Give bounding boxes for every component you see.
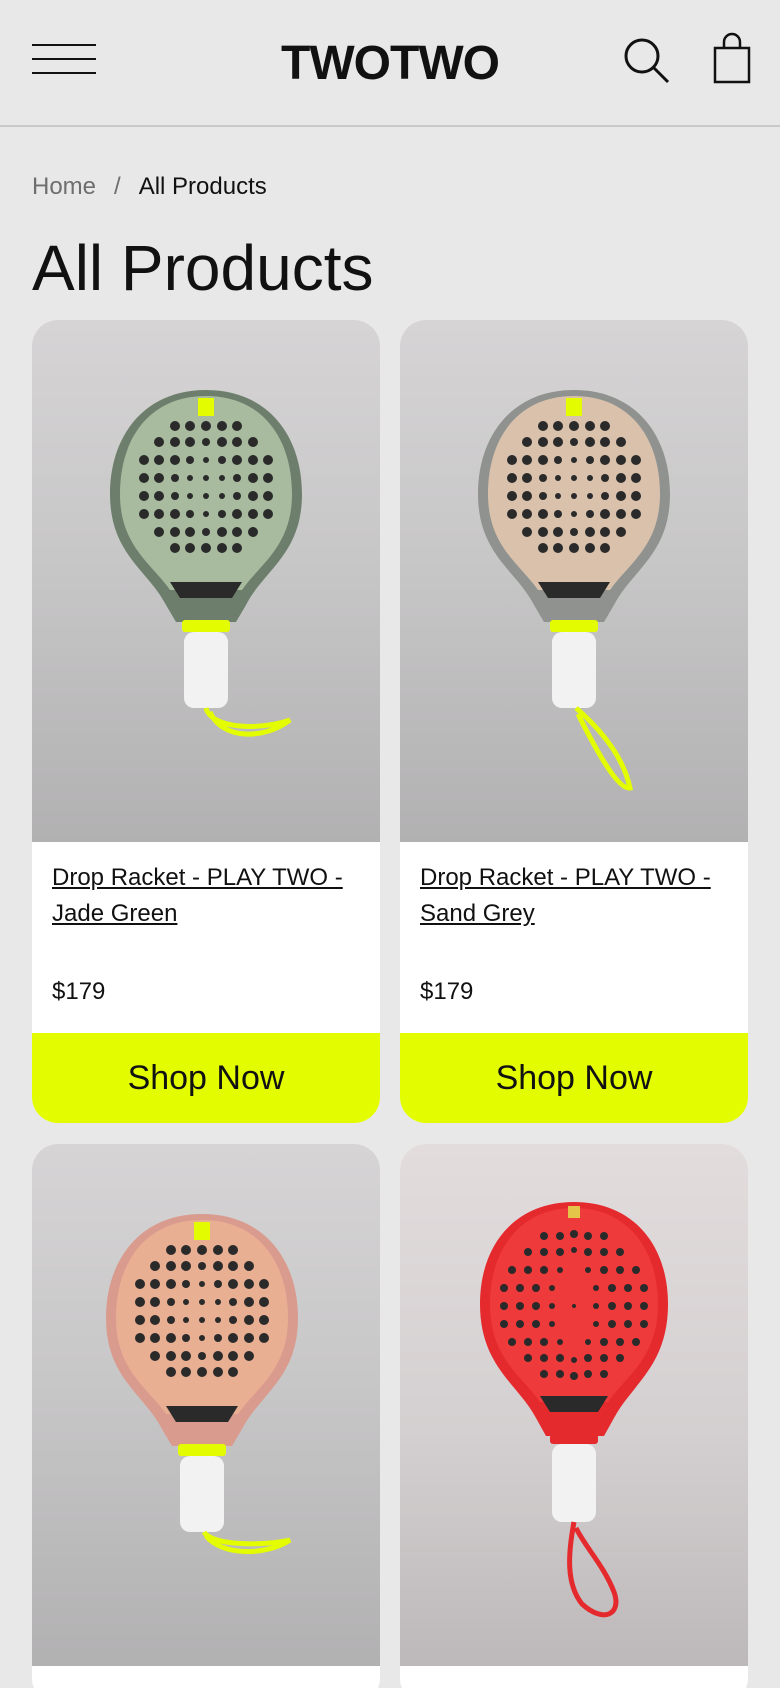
product-card bbox=[400, 1144, 748, 1688]
search-icon[interactable] bbox=[622, 36, 670, 84]
shop-now-button[interactable]: Shop Now bbox=[32, 1033, 380, 1123]
page-title: All Products bbox=[32, 232, 374, 304]
breadcrumb-current: All Products bbox=[138, 173, 267, 200]
product-price: $179 bbox=[52, 978, 106, 1005]
product-image[interactable] bbox=[32, 1144, 380, 1666]
product-card: Drop Racket - PLAY TWO - Sand Grey $179 … bbox=[400, 320, 748, 1123]
product-card bbox=[32, 1144, 380, 1688]
site-logo[interactable]: TWOTWO bbox=[240, 36, 540, 92]
product-price: $179 bbox=[420, 978, 474, 1005]
shop-now-button[interactable]: Shop Now bbox=[400, 1033, 748, 1123]
racket-image-jade bbox=[110, 390, 302, 737]
product-card: Drop Racket - PLAY TWO - Jade Green $179… bbox=[32, 320, 380, 1123]
shopping-bag-icon[interactable] bbox=[712, 32, 752, 84]
racket-image-peach bbox=[106, 1214, 298, 1554]
product-title-link[interactable]: Drop Racket - PLAY TWO - Jade Green bbox=[52, 860, 362, 932]
racket-image-red bbox=[480, 1202, 668, 1618]
product-image[interactable] bbox=[400, 320, 748, 842]
product-title-link[interactable]: Drop Racket - PLAY TWO - Sand Grey bbox=[420, 860, 730, 932]
breadcrumb-separator: / bbox=[114, 173, 121, 200]
breadcrumb: Home / All Products bbox=[32, 170, 267, 204]
racket-image-sand bbox=[478, 390, 670, 791]
hamburger-menu-icon[interactable] bbox=[32, 42, 96, 76]
product-image[interactable] bbox=[32, 320, 380, 842]
product-image[interactable] bbox=[400, 1144, 748, 1666]
site-header: TWOTWO bbox=[0, 0, 780, 127]
breadcrumb-home-link[interactable]: Home bbox=[32, 173, 96, 200]
